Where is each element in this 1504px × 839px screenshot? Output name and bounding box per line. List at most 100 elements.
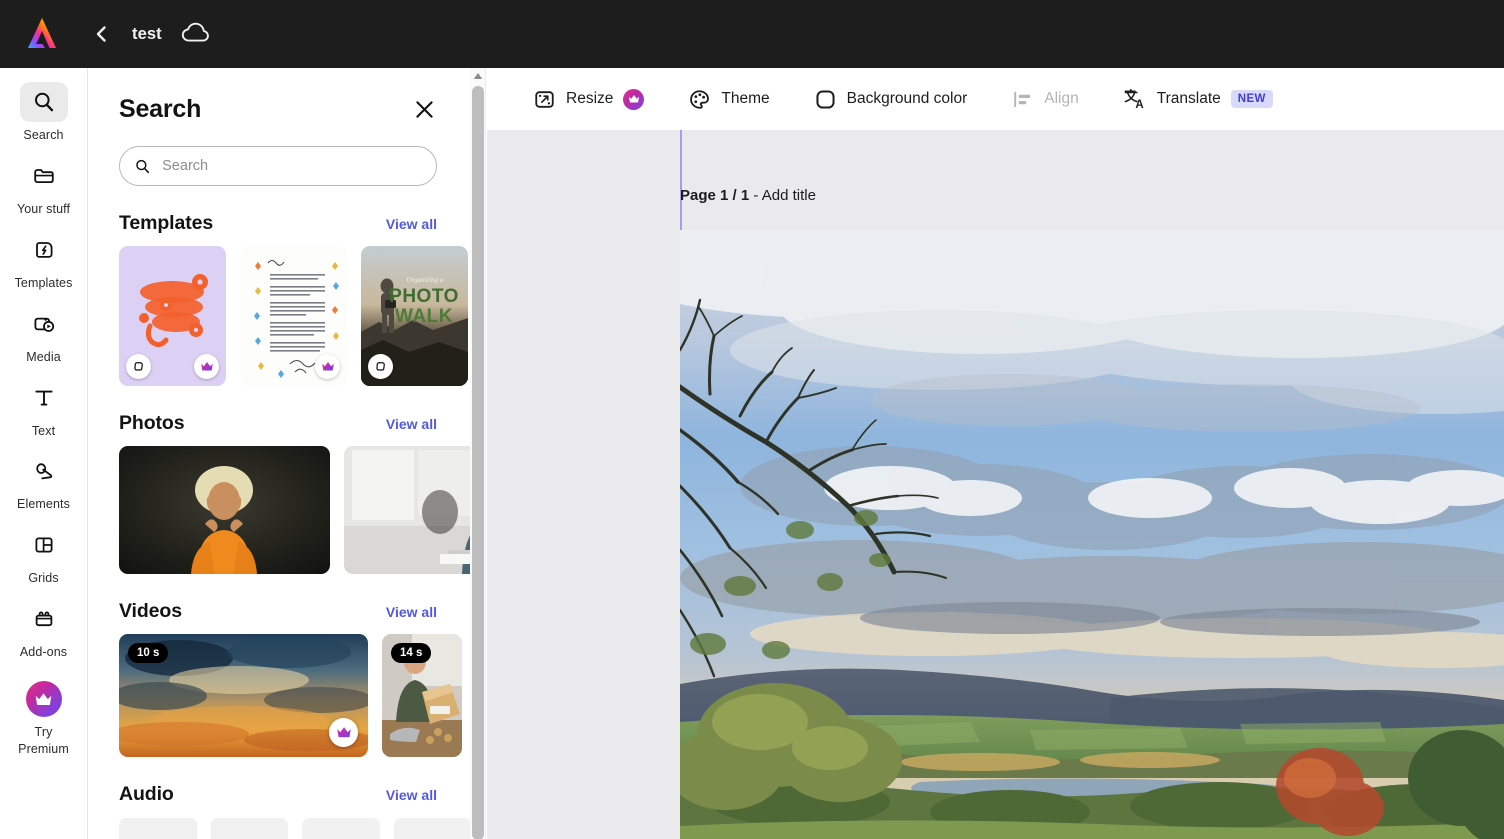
search-input[interactable] (162, 158, 422, 174)
photos-row (88, 446, 471, 574)
adobe-express-logo-icon[interactable] (22, 14, 62, 54)
document-title[interactable]: test (132, 25, 162, 44)
remix-icon (132, 360, 145, 373)
sidebar-item-add-ons[interactable]: Add-ons (2, 593, 86, 661)
chevron-left-icon (92, 24, 112, 44)
section-title: Audio (119, 783, 174, 806)
theme-button[interactable]: Theme (675, 79, 782, 119)
svg-text:PHOTO: PHOTO (389, 286, 459, 307)
landscape-photo (680, 230, 1504, 839)
cloud-saved-icon[interactable] (180, 19, 210, 49)
sidebar-item-label: Text (32, 423, 55, 440)
svg-text:WALK: WALK (395, 306, 453, 327)
section-title: Templates (119, 212, 213, 235)
artboard[interactable] (680, 230, 1504, 839)
video-card-unboxing[interactable]: 14 s (382, 634, 462, 757)
resize-button[interactable]: Resize (520, 79, 657, 119)
adobe-express-editor: test Search Your stuff (0, 0, 1504, 839)
audio-card[interactable] (302, 818, 380, 839)
video-duration-badge: 10 s (128, 643, 168, 663)
view-all-photos-link[interactable]: View all (386, 416, 437, 432)
premium-crown-icon (623, 89, 644, 110)
close-panel-button[interactable] (409, 94, 439, 124)
audio-card[interactable] (119, 818, 197, 839)
sidebar-item-media[interactable]: Media (2, 298, 86, 366)
translate-icon: 文 A (1123, 87, 1147, 111)
sidebar-item-label: Grids (28, 570, 58, 587)
align-button[interactable]: Align (998, 79, 1091, 119)
sidebar-item-elements[interactable]: Elements (2, 445, 86, 513)
scroll-up-button[interactable] (470, 68, 486, 84)
premium-badge (194, 354, 219, 379)
section-header-videos: Videos View all (88, 600, 471, 623)
view-all-audio-link[interactable]: View all (386, 787, 437, 803)
sidebar-item-label: Add-ons (20, 644, 67, 661)
panel-scrollbar[interactable] (470, 68, 486, 839)
sidebar-item-your-stuff[interactable]: Your stuff (2, 150, 86, 218)
audio-card[interactable] (211, 818, 289, 839)
audio-card[interactable] (394, 818, 472, 839)
panel-header: Search (88, 68, 471, 124)
sidebar-item-search[interactable]: Search (2, 76, 86, 144)
remix-badge[interactable] (126, 354, 151, 379)
crown-icon (336, 726, 352, 739)
sidebar-item-label: Templates (15, 275, 73, 292)
page-title-label[interactable]: Page 1 / 1 - Add title (680, 187, 816, 204)
sidebar-item-text[interactable]: Text (2, 372, 86, 440)
canvas-area: Resize Theme (487, 68, 1504, 839)
search-panel: Search Templates View all (88, 68, 471, 839)
audio-row (88, 818, 471, 839)
video-duration-badge: 14 s (391, 643, 431, 663)
back-button[interactable] (88, 20, 116, 48)
crown-icon (200, 361, 214, 372)
align-label: Align (1044, 90, 1078, 108)
sidebar-item-try-premium[interactable]: Try Premium (2, 673, 86, 758)
view-all-templates-link[interactable]: View all (386, 216, 437, 232)
templates-row: Organizing a PHOTO WALK (88, 246, 471, 386)
theme-label: Theme (721, 90, 769, 108)
search-icon (134, 157, 151, 176)
remix-badge[interactable] (368, 354, 393, 379)
resize-label: Resize (566, 90, 613, 108)
folder-icon (20, 156, 68, 196)
template-card-photo-walk[interactable]: Organizing a PHOTO WALK (361, 246, 468, 386)
theme-palette-icon (688, 88, 711, 111)
crown-icon (20, 679, 68, 719)
video-card-sunset[interactable]: 10 s (119, 634, 368, 757)
section-title: Photos (119, 412, 184, 435)
translate-button[interactable]: 文 A Translate NEW (1110, 79, 1286, 119)
background-color-button[interactable]: Background color (801, 79, 981, 119)
section-header-photos: Photos View all (88, 412, 471, 435)
sidebar-item-label: Search (23, 127, 63, 144)
panel-title: Search (119, 95, 201, 124)
addons-icon (20, 599, 68, 639)
top-bar: test (0, 0, 1504, 68)
template-card-good-vibes[interactable] (119, 246, 226, 386)
premium-badge (329, 718, 358, 747)
canvas-stage[interactable]: Page 1 / 1 - Add title (487, 130, 1504, 839)
align-icon (1011, 88, 1034, 111)
photo-card-woman[interactable] (119, 446, 330, 574)
left-sidebar: Search Your stuff Templates (0, 68, 88, 839)
sidebar-item-templates[interactable]: Templates (2, 224, 86, 292)
svg-text:A: A (1135, 99, 1143, 111)
background-color-label: Background color (847, 90, 968, 108)
sidebar-item-label: Media (26, 349, 61, 366)
svg-text:Organizing a: Organizing a (407, 276, 444, 284)
search-input-wrapper[interactable] (119, 146, 437, 186)
crown-icon (321, 361, 335, 372)
sidebar-item-grids[interactable]: Grids (2, 519, 86, 587)
view-all-videos-link[interactable]: View all (386, 604, 437, 620)
page-add-title: - Add title (749, 187, 816, 204)
section-title: Videos (119, 600, 182, 623)
scrollbar-thumb[interactable] (472, 86, 484, 839)
sidebar-item-label: Your stuff (17, 201, 70, 218)
template-card-letter[interactable] (240, 246, 347, 386)
sidebar-item-label: Try Premium (18, 724, 69, 758)
translate-label: Translate (1157, 90, 1221, 108)
background-color-icon (814, 88, 837, 111)
section-header-templates: Templates View all (88, 212, 471, 235)
sidebar-item-label: Elements (17, 496, 70, 513)
photo-card-man-desk[interactable] (344, 446, 471, 574)
close-icon (414, 99, 435, 120)
